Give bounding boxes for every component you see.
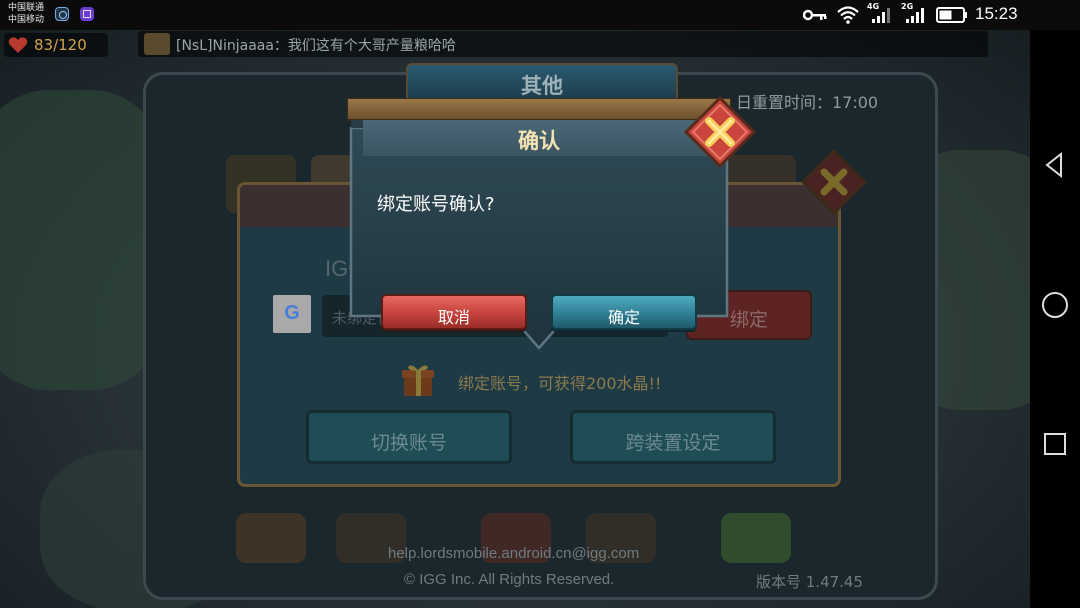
app-notification-icon <box>55 7 69 21</box>
gallery-notification-icon <box>80 7 94 21</box>
signal-strength-2-icon <box>906 8 924 23</box>
confirm-dialog: 确认 绑定账号确认? 取消 确定 <box>347 95 757 352</box>
android-nav-bar <box>1030 30 1080 608</box>
cancel-button[interactable]: 取消 <box>381 294 527 330</box>
bind-reward-text: 绑定账号，可获得200水晶!! <box>458 374 662 393</box>
cross-device-settings-label: 跨装置设定 <box>625 432 721 454</box>
cross-device-settings-button[interactable]: 跨装置设定 <box>570 410 776 464</box>
cancel-button-label: 取消 <box>437 308 470 327</box>
recent-apps-icon[interactable] <box>1040 429 1070 459</box>
back-icon[interactable] <box>1040 150 1070 180</box>
feature-icon[interactable] <box>236 513 306 563</box>
wifi-icon <box>837 6 859 24</box>
guild-emblem-icon <box>144 33 170 55</box>
confirm-dialog-title: 确认 <box>518 129 560 153</box>
switch-account-label: 切换账号 <box>370 432 447 454</box>
confirm-dialog-message: 绑定账号确认? <box>377 194 495 215</box>
google-logo-icon: G <box>273 295 311 333</box>
stamina-value: 83/120 <box>34 36 87 54</box>
other-panel-title: 其他 <box>521 74 563 98</box>
google-letter: G <box>284 302 300 324</box>
confirm-button-label: 确定 <box>607 308 640 327</box>
carrier-label-1: 中国联通 <box>8 3 45 13</box>
chat-message: [NsL]Ninjaaaa：我们这有个大哥产量粮哈哈 <box>176 38 456 54</box>
key-icon <box>803 9 827 21</box>
clock: 15:23 <box>975 4 1018 23</box>
gift-icon <box>402 365 434 396</box>
chat-ticker[interactable]: [NsL]Ninjaaaa：我们这有个大哥产量粮哈哈 <box>138 31 988 57</box>
close-dialog-icon[interactable] <box>682 94 758 170</box>
home-icon[interactable] <box>1040 290 1070 320</box>
heart-icon <box>8 37 28 53</box>
carrier-label-2: 中国移动 <box>8 15 45 25</box>
confirm-button[interactable]: 确定 <box>551 294 697 330</box>
switch-account-button[interactable]: 切换账号 <box>306 410 512 464</box>
copyright-text: © IGG Inc. All Rights Reserved. <box>404 571 615 588</box>
battery-icon <box>936 7 967 23</box>
gamepad-icon[interactable] <box>721 513 791 563</box>
support-email: help.lordsmobile.android.cn@igg.com <box>388 545 640 562</box>
stamina-counter[interactable]: 83/120 <box>4 33 108 57</box>
signal-strength-1-icon <box>872 8 890 23</box>
game-screen: 83/120 [NsL]Ninjaaaa：我们这有个大哥产量粮哈哈 其他 日重置… <box>0 30 1030 608</box>
version-label: 版本号 1.47.45 <box>756 573 864 591</box>
status-bar: 中国联通 中国移动 4G 2G 15:23 <box>0 0 1080 30</box>
close-account-settings-icon[interactable] <box>802 150 866 214</box>
